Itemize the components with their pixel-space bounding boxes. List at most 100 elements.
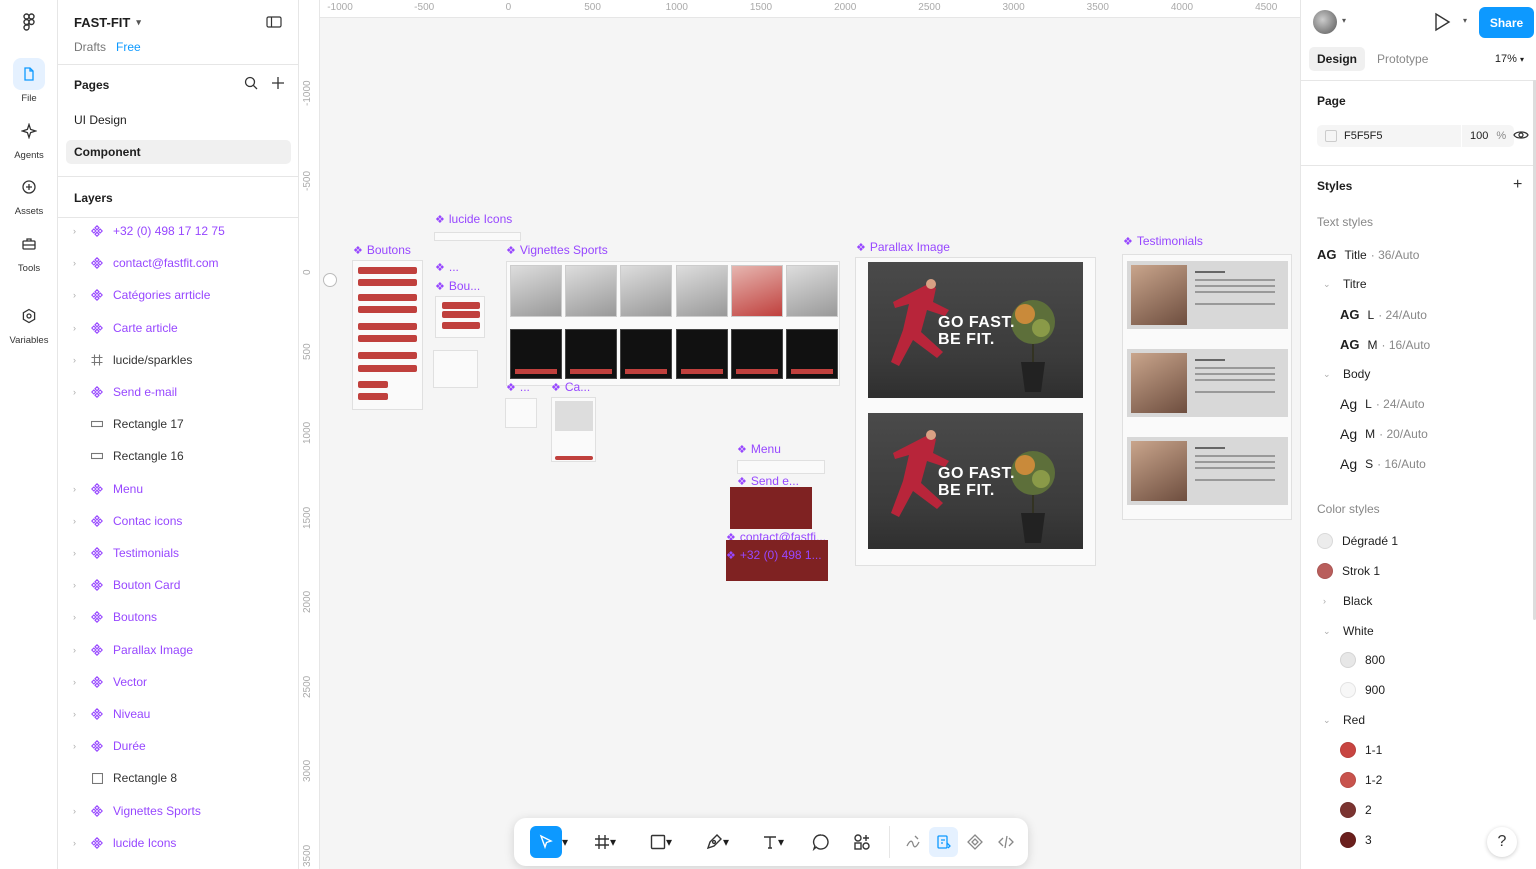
frame-label-send[interactable]: ❖ Send e... <box>737 474 799 488</box>
text-style-body-l[interactable]: Ag L · 24/Auto <box>1340 396 1425 412</box>
layer-row[interactable]: Rectangle 8 <box>58 766 299 790</box>
rail-assets[interactable]: Assets <box>0 171 58 217</box>
canvas-marker-icon[interactable] <box>323 273 337 287</box>
frame-bouton-card[interactable] <box>435 296 485 338</box>
page-opacity-field[interactable]: 100 % <box>1461 125 1514 147</box>
chevron-down-icon[interactable]: ▾ <box>723 835 729 849</box>
chevron-down-icon[interactable]: ▾ <box>666 835 672 849</box>
chevron-right-icon[interactable]: › <box>73 677 85 687</box>
actions-tool[interactable] <box>843 826 882 858</box>
layer-row[interactable]: › Niveau <box>58 702 299 726</box>
color-style-red-3[interactable]: 3 <box>1340 832 1372 848</box>
chevron-down-icon[interactable]: ▾ <box>1342 16 1346 25</box>
drafts-link[interactable]: Drafts <box>74 40 106 54</box>
frame-label-menu[interactable]: ❖ Menu <box>737 442 781 456</box>
layer-row[interactable]: › Vignettes Sports <box>58 799 299 823</box>
frame-label-bou[interactable]: ❖ Bou... <box>435 279 480 293</box>
layer-row[interactable]: › Send e-mail <box>58 380 299 404</box>
chevron-right-icon[interactable]: › <box>73 355 85 365</box>
chevron-right-icon[interactable]: › <box>73 709 85 719</box>
add-page-icon[interactable] <box>272 77 284 89</box>
design-mode[interactable] <box>929 827 959 857</box>
move-tool[interactable] <box>529 826 562 858</box>
layer-row[interactable]: Rectangle 16 <box>58 444 299 468</box>
avatar[interactable] <box>1313 10 1337 34</box>
chevron-right-icon[interactable]: › <box>73 741 85 751</box>
chevron-down-icon[interactable]: ▾ <box>562 835 568 849</box>
figma-logo-icon[interactable] <box>19 12 39 32</box>
text-style-titre-m[interactable]: AG M · 16/Auto <box>1340 337 1430 352</box>
frame-label-boutons[interactable]: ❖ Boutons <box>353 243 411 257</box>
move-tool-group[interactable]: ▾ <box>522 826 576 858</box>
text-style-body-s[interactable]: Ag S · 16/Auto <box>1340 456 1426 472</box>
frame-label-phone[interactable]: ❖ +32 (0) 498 1... <box>726 548 822 562</box>
layer-row[interactable]: › Testimonials <box>58 541 299 565</box>
tab-design[interactable]: Design <box>1309 47 1366 71</box>
layer-row[interactable]: › contact@fastfit.com <box>58 251 299 275</box>
chevron-right-icon[interactable]: › <box>73 580 85 590</box>
frame-label-small-2[interactable]: ❖... <box>506 380 530 394</box>
color-style-white-900[interactable]: 900 <box>1340 682 1385 698</box>
comment-tool[interactable] <box>802 826 841 858</box>
layer-row[interactable]: › Menu <box>58 477 299 501</box>
style-group-black[interactable]: › Black <box>1323 594 1372 608</box>
text-style-title[interactable]: AG Title · 36/Auto <box>1317 247 1419 262</box>
color-style-strok[interactable]: Strok 1 <box>1317 563 1380 579</box>
frame-send-email[interactable] <box>730 487 812 529</box>
frame-label-carte[interactable]: ❖ Ca... <box>551 380 590 394</box>
chevron-right-icon[interactable]: › <box>73 226 85 236</box>
search-icon[interactable] <box>244 76 258 90</box>
layer-row[interactable]: › Carte article <box>58 316 299 340</box>
draw-mode[interactable] <box>898 827 927 857</box>
chevron-right-icon[interactable]: › <box>73 323 85 333</box>
style-group-titre[interactable]: ⌄ Titre <box>1323 277 1367 291</box>
frame-label-vignettes[interactable]: ❖ Vignettes Sports <box>506 243 608 257</box>
frame-testimonials[interactable] <box>1122 254 1292 520</box>
rail-agents[interactable]: Agents <box>0 115 58 161</box>
style-group-body[interactable]: ⌄ Body <box>1323 367 1370 381</box>
chevron-down-icon[interactable]: ▾ <box>610 835 616 849</box>
chevron-right-icon[interactable]: › <box>73 258 85 268</box>
canvas[interactable]: -1000 -500 0 500 1000 1500 2000 2500 3000 3500 -1… <box>299 0 1300 869</box>
text-style-body-m[interactable]: Ag M · 20/Auto <box>1340 426 1428 442</box>
layer-row[interactable]: › Vector <box>58 670 299 694</box>
rail-variables[interactable]: Variables <box>0 300 58 346</box>
prototype-mode[interactable] <box>960 827 989 857</box>
page-item-active[interactable]: Component <box>66 140 291 164</box>
chevron-down-icon[interactable]: ▾ <box>1463 16 1467 25</box>
frame-vignettes[interactable] <box>506 261 840 386</box>
style-group-white[interactable]: ⌄ White <box>1323 624 1374 638</box>
eye-icon[interactable] <box>1513 128 1529 142</box>
layer-row[interactable]: Rectangle 17 <box>58 412 299 436</box>
page-item[interactable]: UI Design <box>66 108 291 132</box>
text-tool-group[interactable]: ▾ <box>746 834 800 850</box>
chevron-right-icon[interactable]: › <box>73 290 85 300</box>
chevron-right-icon[interactable]: › <box>73 612 85 622</box>
chevron-down-icon[interactable]: ▾ <box>778 835 784 849</box>
rail-tools[interactable]: Tools <box>0 228 58 274</box>
color-style-degrade[interactable]: Dégradé 1 <box>1317 533 1398 549</box>
rail-file[interactable]: File <box>0 58 58 104</box>
layer-row[interactable]: › Parallax Image <box>58 638 299 662</box>
frame-categories[interactable] <box>433 350 478 388</box>
chevron-right-icon[interactable]: › <box>73 548 85 558</box>
frame-boutons[interactable] <box>352 260 423 410</box>
frame-label-lucide-icons[interactable]: ❖ lucide Icons <box>435 212 512 226</box>
frame-tool-group[interactable]: ▾ <box>578 834 632 850</box>
add-style-icon[interactable]: + <box>1513 176 1522 194</box>
layer-row[interactable]: › Durée <box>58 734 299 758</box>
frame-niveau[interactable] <box>505 398 537 428</box>
frame-lucide-icons[interactable] <box>434 232 521 241</box>
layer-row[interactable]: › lucide/sparkles <box>58 348 299 372</box>
frame-label-small[interactable]: ❖... <box>435 260 459 274</box>
color-style-red-1-2[interactable]: 1-2 <box>1340 772 1382 788</box>
page-opacity-value[interactable]: 100 <box>1470 130 1488 142</box>
pen-tool-group[interactable]: ▾ <box>690 833 744 851</box>
layer-row[interactable]: › Bouton Card <box>58 573 299 597</box>
color-style-red-2[interactable]: 2 <box>1340 802 1372 818</box>
page-color-hex[interactable]: F5F5F5 <box>1344 130 1383 142</box>
share-button[interactable]: Share <box>1479 7 1534 38</box>
style-group-red[interactable]: ⌄ Red <box>1323 713 1365 727</box>
chevron-right-icon[interactable]: › <box>73 516 85 526</box>
layer-row[interactable]: › Catégories arrticle <box>58 283 299 307</box>
